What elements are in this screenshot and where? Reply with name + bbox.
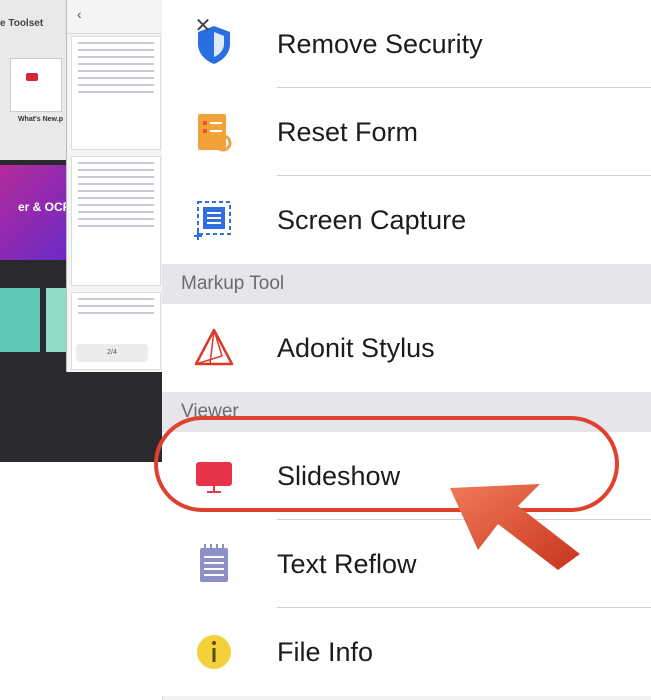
document-toolbar: ‹ bbox=[67, 0, 162, 34]
teal-card bbox=[0, 288, 40, 352]
section-title: Markup Tool bbox=[181, 273, 285, 294]
whats-new-label: What's New.p bbox=[18, 116, 63, 123]
menu-item-screen-capture[interactable]: Screen Capture bbox=[162, 176, 651, 264]
menu-item-label: Screen Capture bbox=[277, 205, 467, 235]
menu-item-remove-security[interactable]: Remove Security bbox=[162, 0, 651, 88]
menu-item-label: Adonit Stylus bbox=[277, 333, 435, 363]
teal-card-2 bbox=[46, 288, 66, 352]
stylus-icon bbox=[194, 328, 234, 366]
reset-form-icon bbox=[198, 114, 232, 152]
pointer-arrow-icon bbox=[450, 484, 580, 570]
menu-item-label: Reset Form bbox=[277, 117, 419, 147]
toolset-title: e Toolset bbox=[0, 18, 44, 29]
menu-item-label: Text Reflow bbox=[277, 549, 417, 579]
menu-item-adonit-stylus[interactable]: Adonit Stylus bbox=[162, 304, 651, 392]
document-preview: ‹ bbox=[66, 0, 162, 372]
section-header-markup-tool: Markup Tool bbox=[162, 264, 651, 304]
page-indicator: 2/4 bbox=[76, 344, 148, 362]
ocr-banner-label: er & OCR bbox=[18, 200, 72, 214]
background-app: e Toolset What's New.p er & OCR ‹ 2/4 bbox=[0, 0, 162, 462]
text-reflow-icon bbox=[200, 544, 228, 582]
menu-item-label: Remove Security bbox=[277, 29, 483, 59]
document-page bbox=[71, 156, 161, 286]
menu-item-file-info[interactable]: File Info bbox=[162, 608, 651, 696]
menu-item-label: File Info bbox=[277, 637, 374, 667]
back-chevron-icon: ‹ bbox=[77, 6, 82, 22]
info-icon bbox=[197, 635, 231, 669]
menu-item-reset-form[interactable]: Reset Form bbox=[162, 88, 651, 176]
whats-new-thumbnail bbox=[10, 58, 62, 112]
document-page bbox=[71, 36, 161, 150]
close-icon[interactable]: ✕ bbox=[194, 16, 212, 36]
screen-capture-icon bbox=[194, 201, 231, 240]
